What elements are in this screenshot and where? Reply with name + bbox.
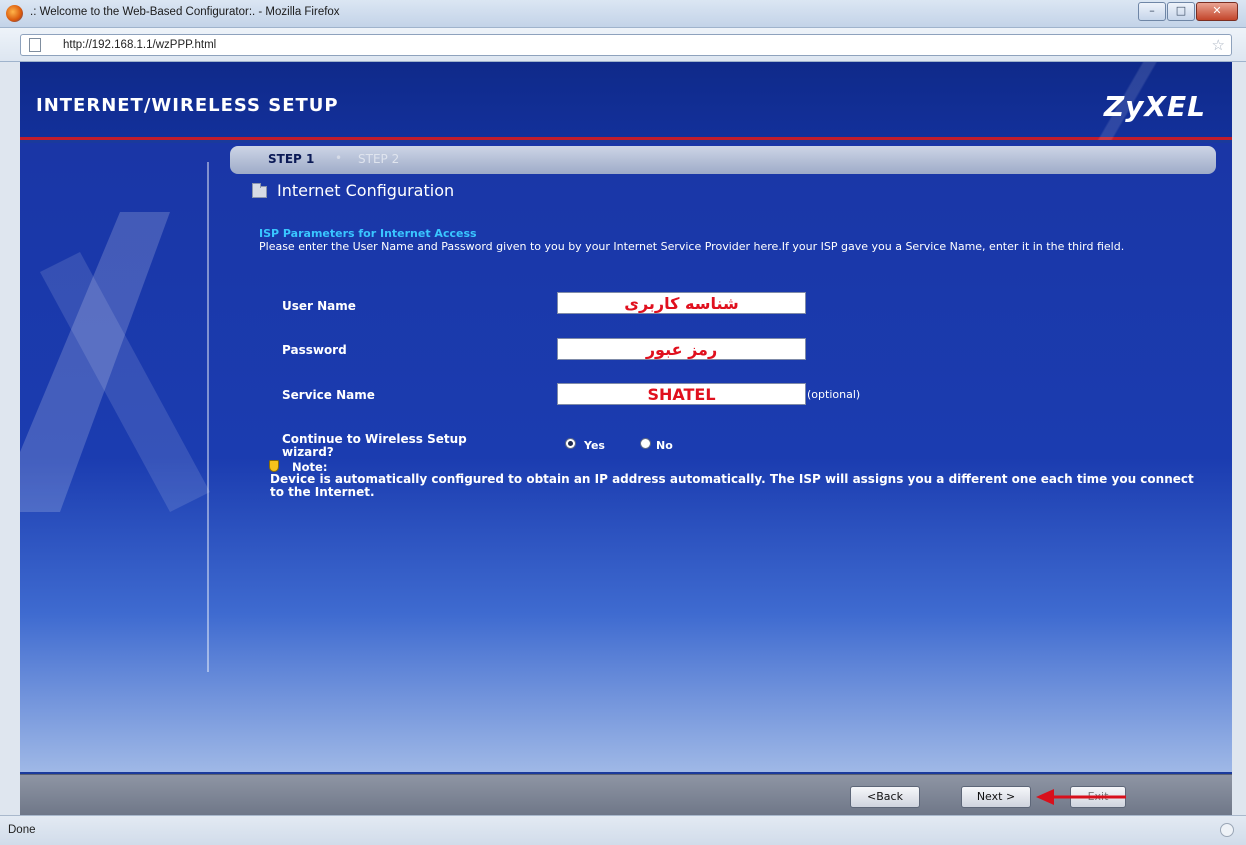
bookmark-star-icon[interactable]: ☆ xyxy=(1212,36,1225,54)
window-titlebar: .: Welcome to the Web-Based Configurator… xyxy=(0,0,1246,28)
navigation-bar: http://192.168.1.1/wzPPP.html ☆ xyxy=(0,28,1246,62)
url-text: http://192.168.1.1/wzPPP.html xyxy=(63,39,217,51)
isp-description: Please enter the User Name and Password … xyxy=(259,240,1125,253)
step-1-label: STEP 1 xyxy=(268,152,315,166)
password-label: Password xyxy=(282,343,347,357)
wizard-no-radio[interactable] xyxy=(640,438,651,449)
arrow-annotation-icon xyxy=(1036,789,1126,805)
window-controls: – □ ✕ xyxy=(1138,2,1238,21)
wizard-no-label: No xyxy=(656,439,673,452)
note-icon xyxy=(269,460,279,472)
close-button[interactable]: ✕ xyxy=(1196,2,1238,21)
zyxel-logo: ZyXEL xyxy=(1103,90,1206,123)
service-name-input[interactable] xyxy=(557,383,806,405)
step-2-label: STEP 2 xyxy=(358,152,400,166)
isp-heading: ISP Parameters for Internet Access xyxy=(259,227,477,240)
header-banner: INTERNET/WIRELESS SETUP ZyXEL xyxy=(20,62,1232,140)
password-input[interactable] xyxy=(557,338,806,360)
window-title: .: Welcome to the Web-Based Configurator… xyxy=(30,6,340,18)
service-name-label: Service Name xyxy=(282,388,375,402)
folder-icon xyxy=(252,183,267,198)
status-icon xyxy=(1220,823,1234,837)
next-button[interactable]: Next > xyxy=(961,786,1031,808)
note-text: Device is automatically configured to ob… xyxy=(270,472,1194,499)
firefox-icon xyxy=(6,5,23,22)
section-title: Internet Configuration xyxy=(277,181,455,200)
page-title: INTERNET/WIRELESS SETUP xyxy=(36,95,339,116)
page-icon xyxy=(29,38,41,52)
page-content: INTERNET/WIRELESS SETUP ZyXEL STEP 1 • S… xyxy=(20,62,1232,815)
status-text: Done xyxy=(8,824,36,836)
back-button[interactable]: <Back xyxy=(850,786,920,808)
maximize-button[interactable]: □ xyxy=(1167,2,1195,21)
step-indicator: STEP 1 • STEP 2 xyxy=(230,146,1216,174)
user-name-input[interactable] xyxy=(557,292,806,314)
optional-hint: (optional) xyxy=(807,388,861,401)
address-bar[interactable]: http://192.168.1.1/wzPPP.html ☆ xyxy=(20,34,1232,56)
sidebar-divider xyxy=(207,162,209,672)
background-x-decoration xyxy=(20,212,210,512)
wizard-yes-label: Yes xyxy=(584,439,605,452)
wizard-yes-radio[interactable] xyxy=(565,438,576,449)
step-separator: • xyxy=(335,151,343,165)
user-name-label: User Name xyxy=(282,299,356,313)
minimize-button[interactable]: – xyxy=(1138,2,1166,21)
status-bar: Done xyxy=(0,815,1246,845)
wizard-question-label: Continue to Wireless Setup wizard? xyxy=(282,432,467,459)
